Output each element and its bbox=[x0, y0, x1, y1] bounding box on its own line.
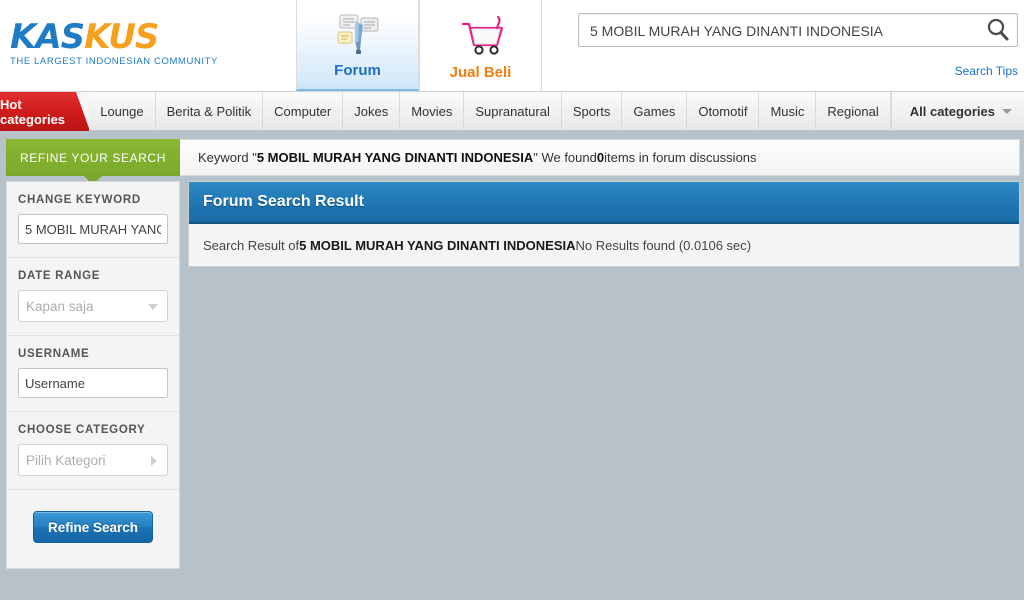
content-area: REFINE YOUR SEARCH Keyword " 5 MOBIL MURA… bbox=[0, 131, 1024, 599]
forum-search-result-panel: Forum Search Result Search Result of 5 M… bbox=[188, 181, 1020, 267]
result-panel-body: Search Result of 5 MOBIL MURAH YANG DINA… bbox=[189, 224, 1019, 266]
date-range-label: DATE RANGE bbox=[18, 270, 101, 282]
tab-forum-label: Forum bbox=[334, 62, 381, 79]
site-header: KASKUS THE LARGEST INDONESIAN COMMUNITY bbox=[0, 0, 1024, 92]
tab-jual-beli-label: Jual Beli bbox=[449, 64, 512, 81]
result-panel-title: Forum Search Result bbox=[189, 182, 1019, 224]
result-count: 0 bbox=[596, 150, 605, 165]
nav-item-label: Sports bbox=[572, 104, 611, 119]
main-row: CHANGE KEYWORD DATE RANGE Kapan saja USE… bbox=[0, 181, 1024, 569]
keyword-middle: " We found bbox=[533, 150, 597, 165]
keyword-summary-bar: Keyword " 5 MOBIL MURAH YANG DINANTI INDO… bbox=[180, 139, 1020, 176]
nav-item-label: Lounge bbox=[100, 104, 144, 119]
nav-hot-categories-label: Hot categories bbox=[0, 96, 66, 127]
nav-item-label: Supranatural bbox=[475, 104, 550, 119]
date-range-select[interactable]: Kapan saja bbox=[18, 290, 168, 322]
refine-sidebar: CHANGE KEYWORD DATE RANGE Kapan saja USE… bbox=[6, 181, 180, 569]
logo-wordmark: KASKUS bbox=[10, 20, 210, 54]
shopping-cart-icon bbox=[453, 14, 509, 58]
logo-kus-text: KUS bbox=[84, 17, 159, 57]
nav-item-movies[interactable]: Movies bbox=[400, 92, 465, 131]
nav-item-music[interactable]: Music bbox=[759, 92, 817, 131]
nav-item-label: Computer bbox=[274, 104, 332, 119]
section-username: USERNAME bbox=[7, 336, 179, 412]
choose-category-label: CHOOSE CATEGORY bbox=[18, 424, 146, 436]
refine-your-search-tab[interactable]: REFINE YOUR SEARCH bbox=[6, 139, 180, 185]
nav-item-label: Regional bbox=[827, 104, 879, 119]
nav-item-regional[interactable]: Regional bbox=[816, 92, 891, 131]
summary-row: REFINE YOUR SEARCH Keyword " 5 MOBIL MURA… bbox=[0, 131, 1024, 185]
keyword-suffix: items in forum discussions bbox=[604, 150, 757, 165]
forum-bubbles-icon bbox=[330, 12, 386, 56]
chevron-down-icon bbox=[1002, 109, 1012, 114]
category-nav: Hot categories Lounge Berita & Politik C… bbox=[0, 92, 1024, 131]
username-input[interactable] bbox=[18, 368, 168, 398]
nav-item-berita-politik[interactable]: Berita & Politik bbox=[156, 92, 264, 131]
choose-category-select[interactable]: Pilih Kategori bbox=[18, 444, 168, 476]
nav-item-label: Berita & Politik bbox=[166, 104, 252, 119]
nav-all-categories-label: All categories bbox=[909, 104, 995, 119]
refine-your-search-label: REFINE YOUR SEARCH bbox=[20, 150, 166, 165]
choose-category-value: Pilih Kategori bbox=[26, 452, 106, 468]
nav-item-games[interactable]: Games bbox=[622, 92, 688, 131]
nav-item-otomotif[interactable]: Otomotif bbox=[687, 92, 760, 131]
nav-item-supranatural[interactable]: Supranatural bbox=[464, 92, 562, 131]
nav-item-label: Games bbox=[633, 104, 676, 119]
chevron-down-icon bbox=[148, 304, 158, 310]
result-prefix: Search Result of bbox=[203, 237, 300, 253]
tab-forum[interactable]: Forum bbox=[296, 0, 419, 91]
refine-search-button[interactable]: Refine Search bbox=[33, 511, 153, 543]
nav-item-jokes[interactable]: Jokes bbox=[343, 92, 401, 131]
tab-jual-beli[interactable]: Jual Beli bbox=[419, 0, 542, 91]
search-box bbox=[578, 13, 1018, 48]
date-range-value: Kapan saja bbox=[26, 298, 94, 314]
search-input[interactable] bbox=[588, 14, 972, 48]
nav-item-label: Jokes bbox=[354, 104, 389, 119]
nav-item-lounge[interactable]: Lounge bbox=[89, 92, 156, 131]
nav-item-computer[interactable]: Computer bbox=[263, 92, 344, 131]
section-choose-category: CHOOSE CATEGORY Pilih Kategori bbox=[7, 412, 179, 490]
result-suffix: No Results found (0.0106 sec) bbox=[575, 237, 752, 253]
section-date-range: DATE RANGE Kapan saja bbox=[7, 258, 179, 336]
nav-hot-categories[interactable]: Hot categories bbox=[0, 92, 90, 131]
section-change-keyword: CHANGE KEYWORD bbox=[7, 182, 179, 258]
change-keyword-input[interactable] bbox=[18, 214, 168, 244]
page-root: KASKUS THE LARGEST INDONESIAN COMMUNITY bbox=[0, 0, 1024, 600]
search-tips-link[interactable]: Search Tips bbox=[955, 64, 1018, 78]
nav-item-label: Music bbox=[770, 104, 805, 119]
nav-item-label: Otomotif bbox=[698, 104, 748, 119]
site-logo[interactable]: KASKUS THE LARGEST INDONESIAN COMMUNITY bbox=[10, 20, 218, 67]
username-label: USERNAME bbox=[18, 348, 90, 360]
change-keyword-label: CHANGE KEYWORD bbox=[18, 194, 141, 206]
top-tab-bar: Forum Jual Beli bbox=[296, 0, 542, 91]
search-icon bbox=[985, 18, 1011, 46]
chevron-right-icon bbox=[151, 456, 157, 466]
nav-all-categories[interactable]: All categories bbox=[890, 92, 1024, 131]
keyword-value: 5 MOBIL MURAH YANG DINANTI INDONESIA bbox=[256, 150, 534, 165]
result-keyword: 5 MOBIL MURAH YANG DINANTI INDONESIA bbox=[299, 237, 576, 253]
logo-tagline: THE LARGEST INDONESIAN COMMUNITY bbox=[10, 56, 218, 67]
nav-item-label: Movies bbox=[411, 104, 453, 119]
section-submit: Refine Search bbox=[7, 490, 179, 560]
search-button[interactable] bbox=[983, 17, 1013, 43]
nav-item-sports[interactable]: Sports bbox=[562, 92, 623, 131]
logo-kas-text: KAS bbox=[10, 17, 85, 57]
keyword-prefix: Keyword " bbox=[198, 150, 257, 165]
